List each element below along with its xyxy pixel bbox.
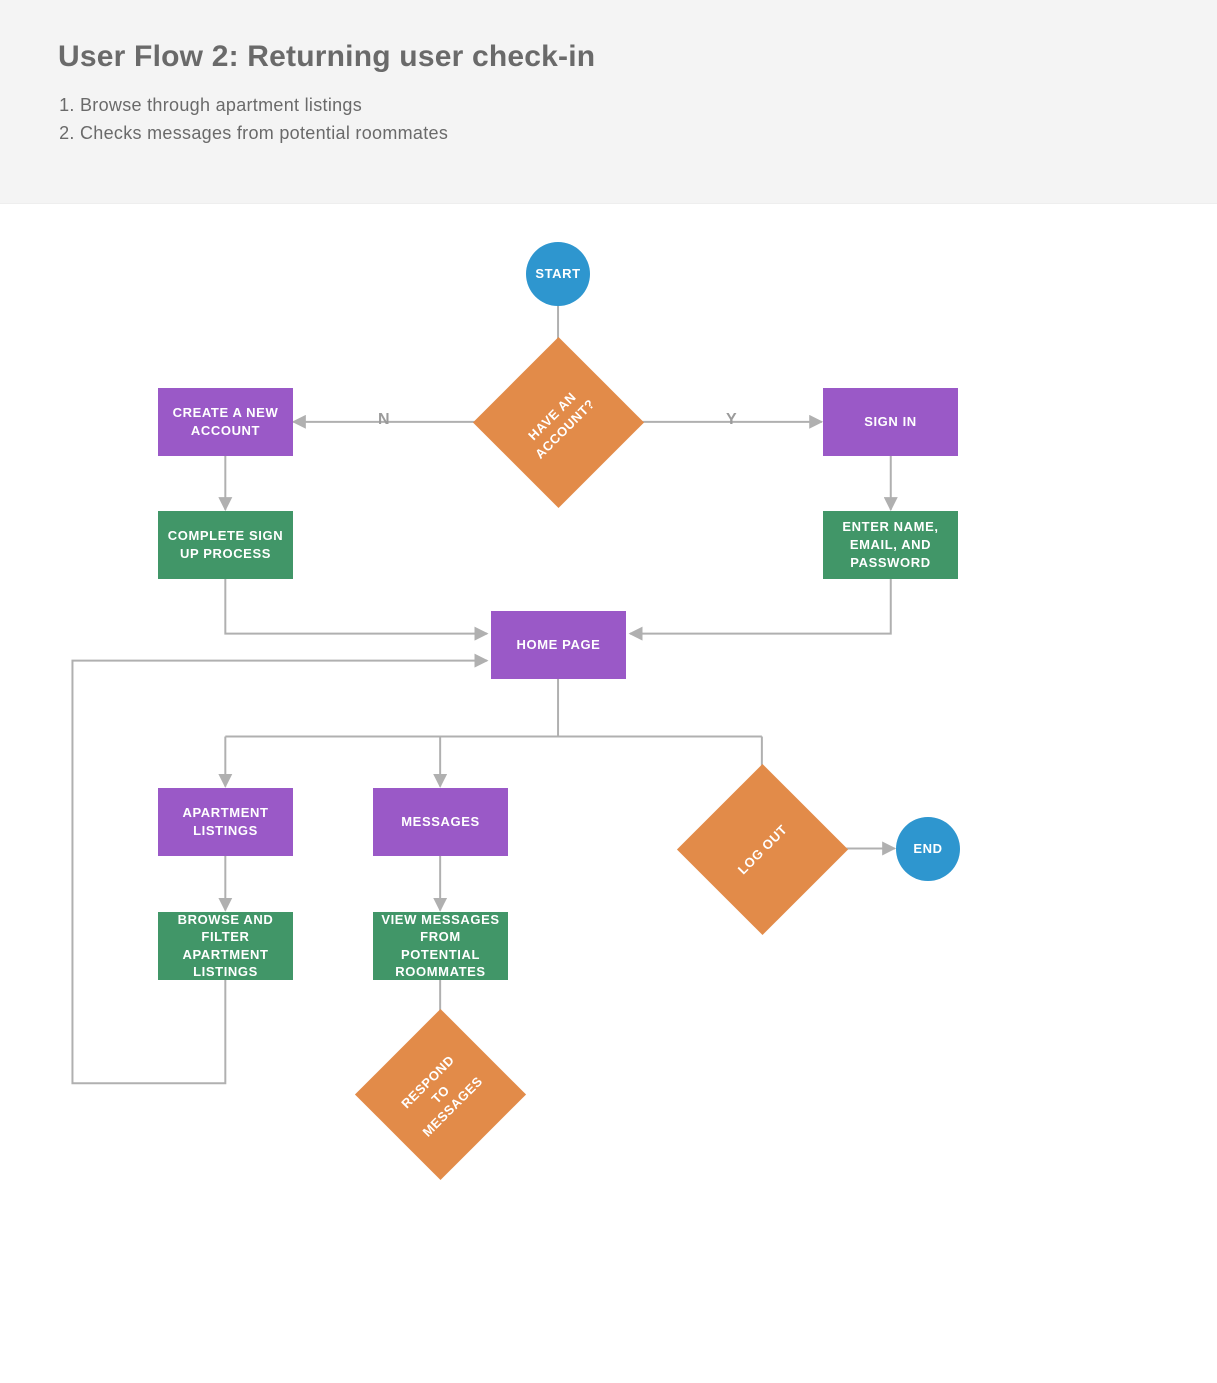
have-account-node: HAVE AN ACCOUNT? — [498, 362, 619, 483]
log-out-node: LOG OUT — [702, 789, 823, 910]
create-account-label: CREATE A NEW ACCOUNT — [164, 404, 287, 439]
edge-label-yes: Y — [726, 411, 737, 429]
view-messages-node: VIEW MESSAGES FROM POTENTIAL ROOMMATES — [373, 912, 508, 980]
respond-label: RESPOND TO MESSAGES — [392, 1046, 489, 1143]
step-item: Browse through apartment listings — [80, 92, 1159, 120]
home-page-label: HOME PAGE — [517, 636, 601, 654]
messages-node: MESSAGES — [373, 788, 508, 856]
browse-filter-node: BROWSE AND FILTER APARTMENT LISTINGS — [158, 912, 293, 980]
start-label: START — [535, 265, 580, 283]
have-account-label: HAVE AN ACCOUNT? — [516, 380, 601, 465]
page-title: User Flow 2: Returning user check-in — [58, 40, 1159, 74]
header-block: User Flow 2: Returning user check-in Bro… — [0, 0, 1217, 203]
sign-in-label: SIGN IN — [864, 413, 917, 431]
complete-signup-label: COMPLETE SIGN UP PROCESS — [164, 527, 287, 562]
apartment-listings-label: APARTMENT LISTINGS — [164, 804, 287, 839]
sign-in-node: SIGN IN — [823, 388, 958, 456]
view-messages-label: VIEW MESSAGES FROM POTENTIAL ROOMMATES — [379, 911, 502, 981]
create-account-node: CREATE A NEW ACCOUNT — [158, 388, 293, 456]
messages-label: MESSAGES — [401, 813, 479, 831]
browse-filter-label: BROWSE AND FILTER APARTMENT LISTINGS — [164, 911, 287, 981]
start-node: START — [526, 242, 590, 306]
respond-node: RESPOND TO MESSAGES — [380, 1034, 501, 1155]
enter-credentials-node: ENTER NAME, EMAIL, AND PASSWORD — [823, 511, 958, 579]
apartment-listings-node: APARTMENT LISTINGS — [158, 788, 293, 856]
end-label: END — [913, 840, 942, 858]
edge-label-no: N — [378, 411, 390, 429]
enter-credentials-label: ENTER NAME, EMAIL, AND PASSWORD — [829, 518, 952, 571]
step-item: Checks messages from potential roommates — [80, 120, 1159, 148]
complete-signup-node: COMPLETE SIGN UP PROCESS — [158, 511, 293, 579]
log-out-label: LOG OUT — [734, 821, 791, 878]
steps-list: Browse through apartment listings Checks… — [58, 92, 1159, 148]
home-page-node: HOME PAGE — [491, 611, 626, 679]
end-node: END — [896, 817, 960, 881]
flowchart: START HAVE AN ACCOUNT? N Y CREATE A NEW … — [0, 203, 1217, 1383]
